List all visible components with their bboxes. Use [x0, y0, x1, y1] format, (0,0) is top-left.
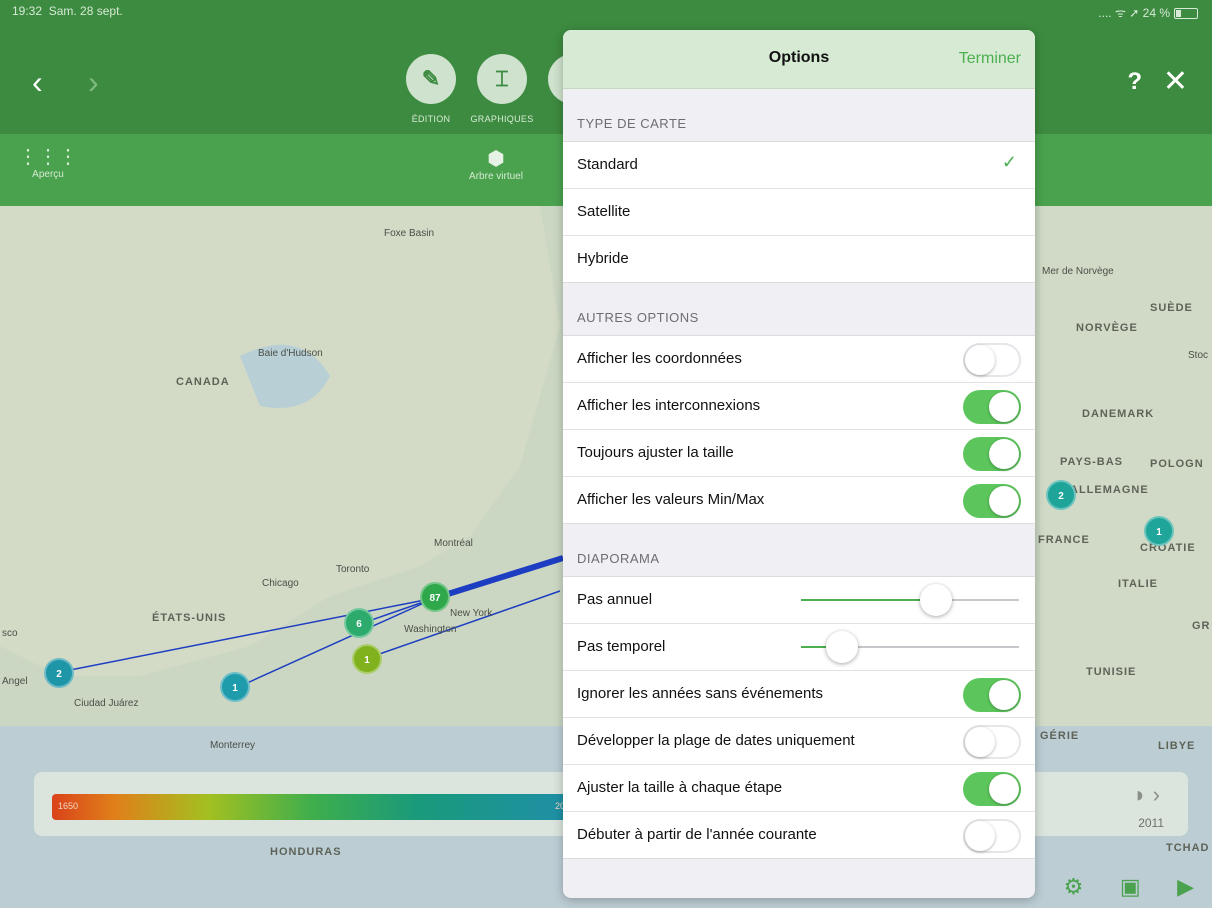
bottom-controls: ⚙ ▣ ▶	[1064, 874, 1194, 900]
toggle-ignore-empty-years[interactable]	[963, 678, 1021, 712]
option-row: Développer la plage de dates uniquement	[563, 718, 1035, 765]
map-label: ITALIE	[1118, 578, 1159, 590]
timeline-forward-icon[interactable]: ◗ ›	[1133, 782, 1160, 808]
event-marker[interactable]: 87	[420, 582, 450, 612]
map-label: GR	[1192, 620, 1211, 632]
event-marker[interactable]: 1	[220, 672, 250, 702]
status-time: 19:32 Sam. 28 sept.	[12, 4, 123, 18]
fit-screen-icon[interactable]: ▣	[1120, 874, 1141, 899]
map-label: GÉRIE	[1040, 730, 1080, 742]
city-label: Foxe Basin	[384, 228, 435, 239]
option-row: Débuter à partir de l'année courante	[563, 812, 1035, 858]
slider-thumb[interactable]	[826, 631, 858, 663]
status-right: .... ᯤ ➚ 24 %	[1098, 4, 1198, 21]
city-label: Montréal	[434, 538, 473, 549]
section-header-slideshow: DIAPORAMA	[577, 551, 660, 566]
map-label: HONDURAS	[270, 846, 342, 858]
option-row: Afficher les valeurs Min/Max	[563, 477, 1035, 523]
toggle-always-adjust-size[interactable]	[963, 437, 1021, 471]
battery-icon	[1174, 8, 1198, 20]
timeline-start-year: 1650	[58, 801, 79, 811]
help-button[interactable]: ?	[1127, 68, 1142, 96]
done-button[interactable]: Terminer	[959, 50, 1021, 68]
map-label: CROATIE	[1140, 542, 1196, 554]
event-marker[interactable]: 1	[1144, 516, 1174, 546]
map-label: TUNISIE	[1086, 666, 1137, 678]
event-marker[interactable]: 2	[44, 658, 74, 688]
option-row: Afficher les coordonnées	[563, 336, 1035, 383]
charts-label: GRAPHIQUES	[470, 114, 534, 124]
option-row: Ajuster la taille à chaque étape	[563, 765, 1035, 812]
city-label: Angel	[2, 676, 28, 687]
toggle-expand-date-range-only[interactable]	[963, 725, 1021, 759]
timeline-current-year: 2011	[1138, 816, 1164, 830]
option-row: Pas annuel	[563, 577, 1035, 624]
pencil-icon: ✎	[421, 66, 441, 91]
close-button[interactable]: ✕	[1163, 64, 1188, 99]
toggle-show-min-max[interactable]	[963, 484, 1021, 518]
annual-step-slider[interactable]	[801, 584, 1019, 616]
map-type-group: Standard ✓ Satellite Hybride	[563, 141, 1035, 283]
city-label: New York	[450, 608, 493, 619]
option-row: Toujours ajuster la taille	[563, 430, 1035, 477]
status-bar: 19:32 Sam. 28 sept. .... ᯤ ➚ 24 %	[0, 0, 1212, 22]
charts-button[interactable]: ⌶ GRAPHIQUES	[470, 54, 533, 124]
overview-label: Aperçu	[32, 169, 64, 180]
slider-thumb[interactable]	[920, 584, 952, 616]
map-label: ALLEMAGNE	[1070, 484, 1149, 496]
map-label: PAYS-BAS	[1060, 456, 1124, 468]
toggle-show-interconnections[interactable]	[963, 390, 1021, 424]
toggle-start-from-current-year[interactable]	[963, 819, 1021, 853]
event-marker[interactable]: 1	[352, 644, 382, 674]
play-icon[interactable]: ▶	[1177, 874, 1194, 899]
toggle-show-coordinates[interactable]	[963, 343, 1021, 377]
map-label: POLOGN	[1150, 458, 1204, 470]
overview-button[interactable]: ⋮⋮⋮ Aperçu	[18, 144, 78, 180]
section-header-map-type: TYPE DE CARTE	[577, 116, 687, 131]
other-options-group: Afficher les coordonnées Afficher les in…	[563, 335, 1035, 524]
city-label: Mer de Norvège	[1042, 266, 1114, 277]
map-label: SUÈDE	[1150, 302, 1193, 314]
map-label: DANEMARK	[1082, 408, 1155, 420]
slideshow-group: Pas annuel Pas temporel Ignorer les anné…	[563, 576, 1035, 859]
time-step-slider[interactable]	[801, 631, 1019, 663]
map-label: ÉTATS-UNIS	[152, 612, 227, 624]
edit-button[interactable]: ✎ ÉDITION	[406, 54, 456, 124]
city-label: Toronto	[336, 564, 370, 575]
option-row: Ignorer les années sans événements	[563, 671, 1035, 718]
virtual-tree-button[interactable]: ⬢ Arbre virtuel	[456, 146, 536, 182]
virtual-tree-label: Arbre virtuel	[469, 171, 523, 182]
checkmark-icon: ✓	[1001, 152, 1017, 172]
map-type-option-standard[interactable]: Standard ✓	[563, 142, 1035, 189]
toggle-adjust-size-each-step[interactable]	[963, 772, 1021, 806]
map-label: NORVÈGE	[1076, 322, 1138, 334]
option-row: Afficher les interconnexions	[563, 383, 1035, 430]
popover-header: Options Terminer	[563, 30, 1035, 89]
chevron-left-icon[interactable]: ‹	[32, 66, 43, 98]
options-popover: Options Terminer TYPE DE CARTE Standard …	[563, 30, 1035, 898]
event-marker[interactable]: 2	[1046, 480, 1076, 510]
city-label: Chicago	[262, 578, 299, 589]
city-label: Ciudad Juárez	[74, 698, 139, 709]
map-type-option-satellite[interactable]: Satellite	[563, 189, 1035, 236]
map-type-option-hybrid[interactable]: Hybride	[563, 236, 1035, 282]
cube-icon: ⬢	[487, 148, 505, 170]
option-row: Pas temporel	[563, 624, 1035, 671]
gear-icon[interactable]: ⚙	[1064, 874, 1084, 899]
map-label: CANADA	[176, 376, 230, 388]
map-label: FRANCE	[1038, 534, 1090, 546]
chart-icon: ⌶	[495, 66, 509, 91]
grid-icon: ⋮⋮⋮	[18, 146, 78, 168]
city-label: sco	[2, 628, 18, 639]
map-label: TCHAD	[1166, 842, 1210, 854]
city-label: Washington	[404, 624, 457, 635]
chevron-right-icon[interactable]: ›	[88, 66, 99, 98]
map-label: LIBYE	[1158, 740, 1196, 752]
event-marker[interactable]: 6	[344, 608, 374, 638]
city-label: Monterrey	[210, 740, 256, 751]
city-label: Baie d'Hudson	[258, 348, 323, 359]
section-header-other-options: AUTRES OPTIONS	[577, 310, 699, 325]
city-label: Stoc	[1188, 350, 1209, 361]
timeline-color-scale: 1650 201	[52, 794, 572, 820]
